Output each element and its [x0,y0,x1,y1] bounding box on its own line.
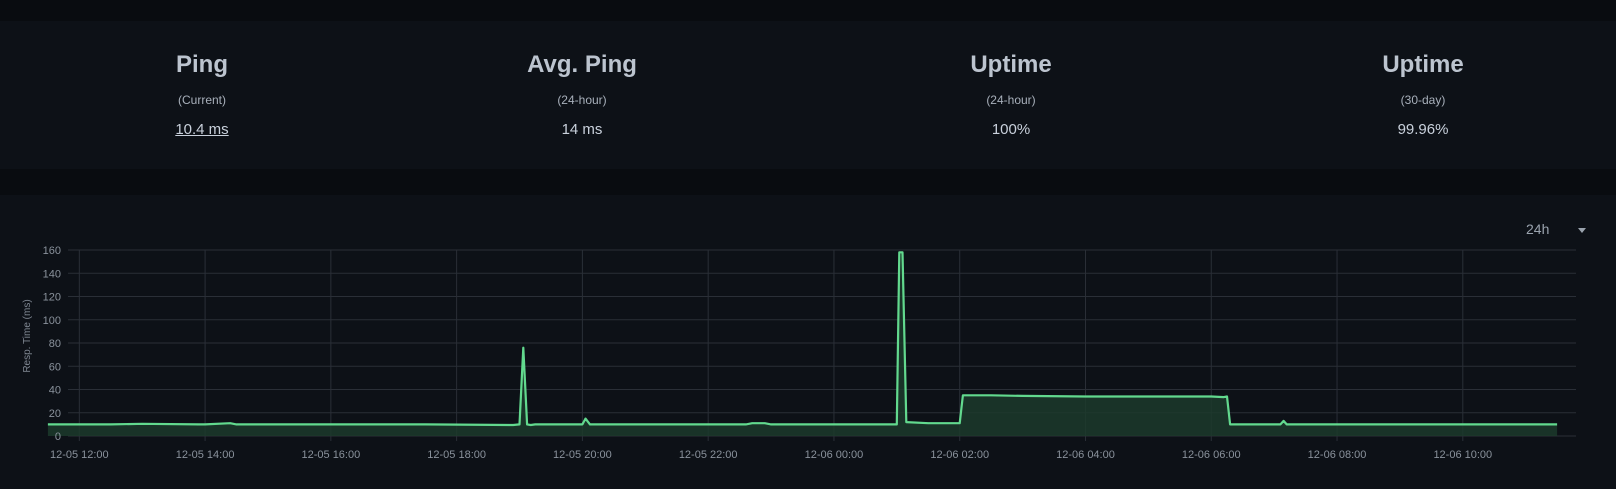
period-label: 24h [1526,221,1550,237]
stat-title: Uptime [1382,51,1464,78]
x-tick-label: 12-06 10:00 [1433,449,1492,461]
x-tick-label: 12-05 18:00 [427,449,486,461]
y-tick-label: 40 [49,385,61,397]
grid-lines [68,249,1576,441]
y-tick-label: 0 [55,431,61,443]
stat-uptime-30d: Uptime (30-day) 99.96% [1221,21,1616,169]
stat-subtitle: (30-day) [1400,93,1446,107]
y-tick-label: 100 [43,315,61,327]
x-tick-label: 12-05 20:00 [553,449,612,461]
chart-panel: 0 20 40 60 80 100 120 140 160 12-05 12:00 12-05 14… [0,195,1616,489]
x-tick-label: 12-06 08:00 [1308,449,1367,461]
top-strip [0,0,1616,21]
stat-value: 100% [991,121,1031,138]
y-tick-label: 20 [49,408,61,420]
series-line [47,251,1558,427]
y-tick-label: 60 [49,361,61,373]
stat-title: Avg. Ping [527,51,637,78]
response-time-chart: 0 20 40 60 80 100 120 140 160 12-05 12:00 12-05 14… [22,245,1576,461]
y-tick-label: 140 [43,268,61,280]
chevron-down-icon [1578,228,1586,233]
y-axis-label: Resp. Time (ms) [22,299,33,372]
x-tick-label: 12-05 12:00 [50,449,109,461]
stat-avg-ping: Avg. Ping (24-hour) 14 ms [380,21,784,169]
stat-subtitle: (24-hour) [986,93,1036,107]
stat-title: Uptime [970,51,1052,78]
stat-value: 99.96% [1397,121,1449,138]
stat-uptime-24h: Uptime (24-hour) 100% [809,21,1213,169]
stat-title: Ping [176,51,228,78]
x-tick-label: 12-05 16:00 [302,449,361,461]
x-tick-label: 12-06 02:00 [930,449,989,461]
stat-value: 14 ms [561,121,603,138]
stat-current-ping: Ping (Current) 10.4 ms [0,21,404,169]
series-fill [47,252,1558,436]
y-tick-label: 160 [43,245,61,257]
y-tick-label: 80 [49,338,61,350]
y-tick-label: 120 [43,292,61,304]
panel-gap [0,169,1616,195]
period-select[interactable]: 24h [1526,219,1586,239]
stat-subtitle: (Current) [177,93,226,107]
stat-subtitle: (24-hour) [557,93,607,107]
x-tick-label: 12-06 04:00 [1056,449,1115,461]
x-tick-label: 12-06 00:00 [805,449,864,461]
stats-panel: Ping (Current) 10.4 ms Avg. Ping (24-hou… [0,21,1616,169]
x-tick-label: 12-05 14:00 [176,449,235,461]
x-tick-label: 12-05 22:00 [679,449,738,461]
x-tick-label: 12-06 06:00 [1182,449,1241,461]
current-ping-link[interactable]: 10.4 ms [0,121,404,138]
series-area [47,251,1558,436]
